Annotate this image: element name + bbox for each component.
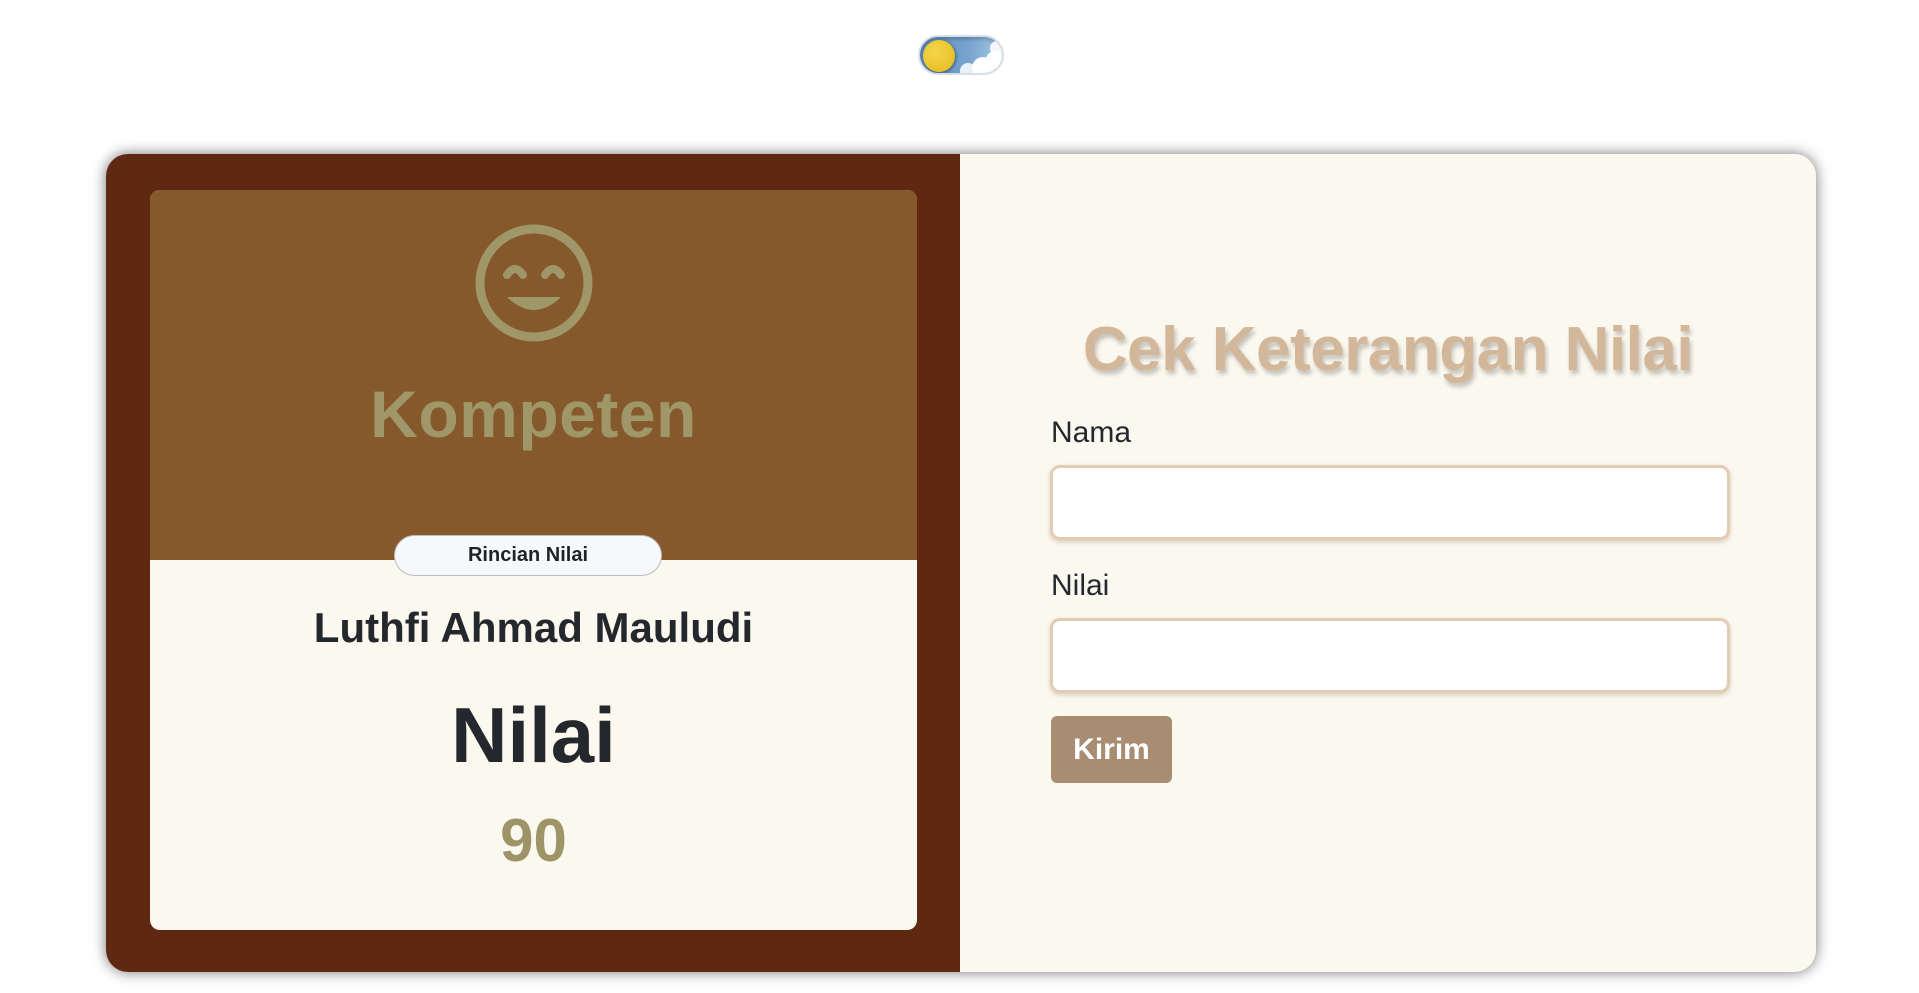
score-input[interactable] (1050, 618, 1730, 693)
result-panel: Kompeten Rincian Nilai Luthfi Ahmad Maul… (106, 154, 960, 972)
name-label: Nama (1051, 416, 1132, 449)
smiley-icon (475, 224, 593, 342)
score-value: 90 (500, 807, 567, 874)
theme-toggle[interactable] (918, 35, 1004, 75)
submit-button[interactable]: Kirim (1051, 716, 1172, 783)
score-input-label: Nilai (1051, 569, 1110, 602)
result-header: Kompeten (150, 190, 917, 560)
score-label: Nilai (451, 691, 616, 779)
main-card: Kompeten Rincian Nilai Luthfi Ahmad Maul… (106, 154, 1816, 972)
cloud-icon (960, 63, 976, 73)
name-input[interactable] (1050, 465, 1730, 540)
form-title: Cek Keterangan Nilai (1082, 315, 1694, 384)
form-panel: Cek Keterangan Nilai Nama Nilai Kirim (960, 154, 1816, 972)
status-title: Kompeten (370, 377, 697, 451)
sun-icon (923, 40, 955, 72)
student-name: Luthfi Ahmad Mauludi (313, 604, 754, 651)
detail-badge[interactable]: Rincian Nilai (394, 535, 662, 576)
result-card: Kompeten Rincian Nilai Luthfi Ahmad Maul… (150, 190, 917, 930)
